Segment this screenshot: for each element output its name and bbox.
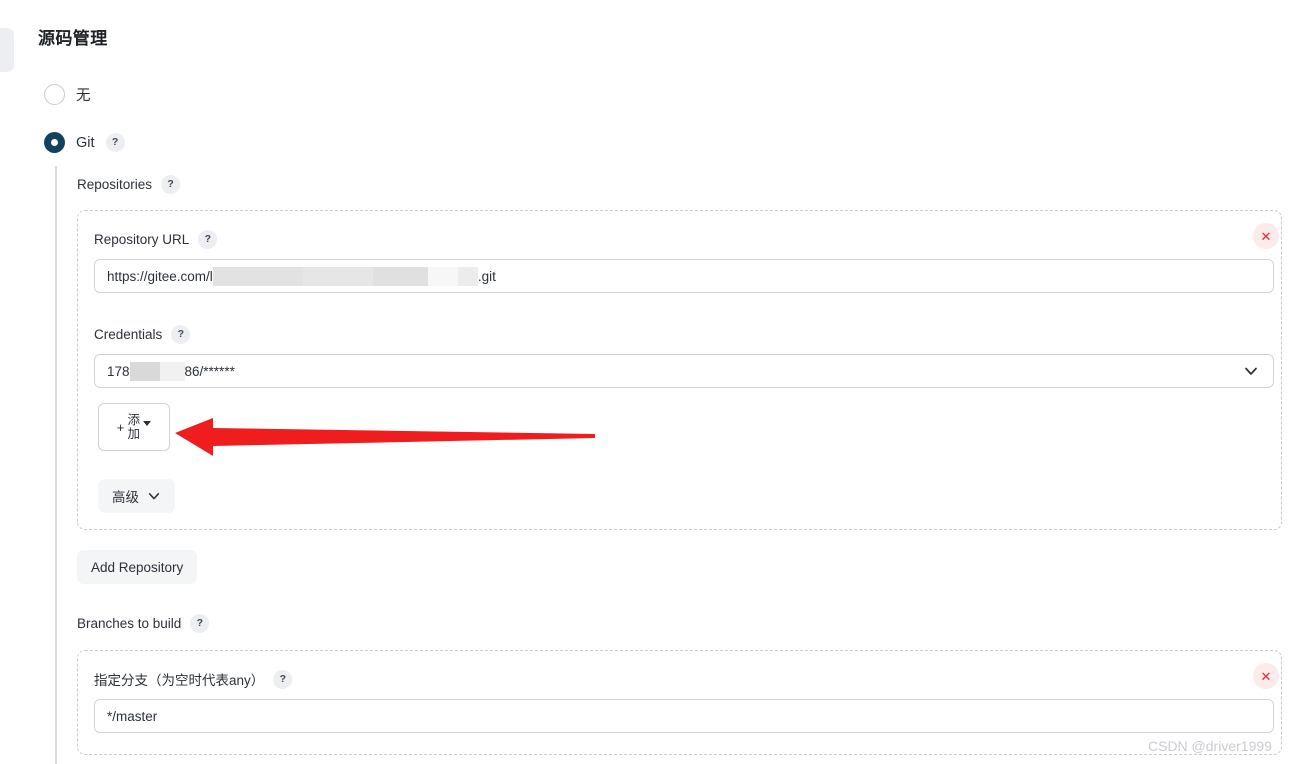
redaction-block (129, 361, 160, 381)
radio-none-label: 无 (76, 88, 91, 104)
help-icon-repository-url[interactable]: ? (198, 230, 218, 249)
caret-down-icon[interactable] (143, 420, 152, 426)
radio-git-label: Git (76, 134, 95, 151)
advanced-button[interactable]: 高级 (98, 479, 175, 513)
redaction-block (457, 266, 478, 286)
help-icon-credentials[interactable]: ? (171, 325, 191, 344)
plus-icon: + (116, 419, 125, 435)
credentials-label-row: Credentials ? (94, 325, 191, 344)
branch-spec-value: */master (107, 708, 158, 724)
add-repository-button[interactable]: Add Repository (77, 550, 198, 584)
repository-url-input[interactable]: https://gitee.com/l .git (94, 259, 1274, 293)
help-icon-repositories[interactable]: ? (161, 175, 181, 194)
close-icon: ✕ (1260, 668, 1272, 684)
branch-spec-label-row: 指定分支（为空时代表any） ? (94, 669, 293, 689)
radio-none-indicator[interactable] (44, 84, 65, 105)
radio-option-git[interactable]: Git ? (44, 132, 125, 153)
repositories-label-row: Repositories ? (77, 175, 181, 194)
close-icon: ✕ (1260, 228, 1272, 244)
add-credentials-button[interactable]: + 添加 (98, 403, 170, 451)
redaction-block (159, 361, 185, 381)
repository-url-value-suffix: .git (477, 268, 496, 284)
repository-url-value-prefix: https://gitee.com/l (107, 268, 213, 284)
redaction-block (427, 266, 458, 286)
branches-to-build-label: Branches to build (77, 616, 182, 631)
redaction-block (302, 266, 373, 286)
delete-repository-button[interactable]: ✕ (1253, 223, 1279, 249)
redaction-block (212, 266, 303, 286)
radio-option-none[interactable]: 无 (44, 84, 91, 105)
branches-label-row: Branches to build ? (77, 614, 210, 633)
advanced-label: 高级 (112, 490, 139, 505)
credentials-value-prefix: 178 (107, 363, 130, 379)
credentials-label: Credentials (94, 327, 163, 342)
help-icon-branches[interactable]: ? (190, 614, 210, 633)
branch-spec-input[interactable]: */master (94, 699, 1274, 733)
credentials-select[interactable]: 178 86/****** (94, 354, 1274, 388)
chevron-down-icon (148, 493, 160, 500)
csdn-watermark: CSDN @driver1999 (1148, 738, 1272, 754)
branch-spec-label: 指定分支（为空时代表any） (94, 673, 265, 688)
redaction-block (372, 266, 428, 286)
scm-settings-page: 源码管理 无 Git ? Repositories ? ✕ Repository… (0, 0, 1300, 764)
credentials-value-suffix: 86/****** (184, 363, 235, 379)
help-icon-git[interactable]: ? (105, 133, 125, 152)
repository-url-label-row: Repository URL ? (94, 230, 218, 249)
repositories-label: Repositories (77, 177, 153, 192)
repository-url-label: Repository URL (94, 232, 190, 247)
help-icon-branch-spec[interactable]: ? (273, 669, 293, 689)
delete-branch-button[interactable]: ✕ (1253, 663, 1279, 689)
nesting-guide-line (55, 166, 57, 764)
add-repository-label: Add Repository (91, 559, 184, 575)
page-title: 源码管理 (38, 29, 108, 48)
radio-git-indicator[interactable] (44, 132, 65, 153)
left-panel-stub (0, 28, 14, 72)
add-credentials-label: 添加 (127, 412, 141, 441)
